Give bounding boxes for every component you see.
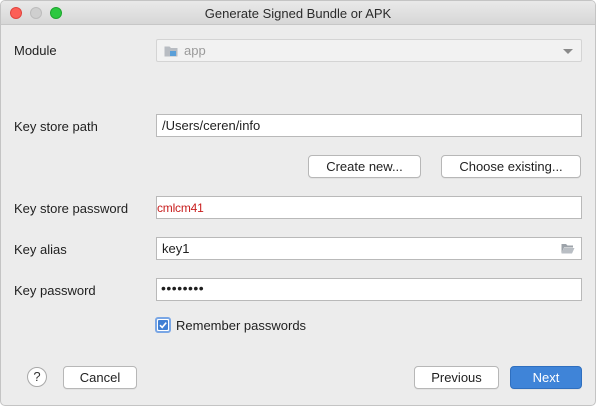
previous-button[interactable]: Previous <box>414 366 499 389</box>
chevron-down-icon <box>563 49 573 54</box>
checkmark-icon <box>158 320 168 330</box>
key-password-value: •••••••• <box>161 280 205 296</box>
choose-existing-button[interactable]: Choose existing... <box>441 155 581 178</box>
key-store-path-label: Key store path <box>14 119 98 134</box>
key-alias-value: key1 <box>162 241 190 256</box>
window-title: Generate Signed Bundle or APK <box>204 6 392 21</box>
help-button[interactable]: ? <box>27 367 47 387</box>
dialog-window: Generate Signed Bundle or APK Module app… <box>0 0 596 406</box>
remember-passwords-label[interactable]: Remember passwords <box>176 318 306 333</box>
next-button[interactable]: Next <box>510 366 582 389</box>
open-folder-icon[interactable] <box>561 243 575 254</box>
remember-passwords-checkbox[interactable] <box>155 317 171 333</box>
key-store-password-field[interactable]: cmlcm41 <box>156 196 582 219</box>
key-store-path-field[interactable]: /Users/ceren/info <box>156 114 582 137</box>
key-password-field[interactable]: •••••••• <box>156 278 582 301</box>
key-store-path-value: /Users/ceren/info <box>162 118 261 133</box>
module-value: app <box>184 43 206 58</box>
create-new-button[interactable]: Create new... <box>308 155 421 178</box>
key-alias-field[interactable]: key1 <box>156 237 582 260</box>
folder-icon <box>164 46 178 57</box>
title-bar: Generate Signed Bundle or APK <box>1 1 595 25</box>
module-dropdown[interactable]: app <box>156 39 582 62</box>
key-store-password-label: Key store password <box>14 201 129 216</box>
key-store-password-value: cmlcm41 <box>157 201 204 215</box>
key-password-label: Key password <box>14 283 96 298</box>
cancel-button[interactable]: Cancel <box>63 366 137 389</box>
key-alias-label: Key alias <box>14 242 67 257</box>
module-label: Module <box>14 43 57 58</box>
